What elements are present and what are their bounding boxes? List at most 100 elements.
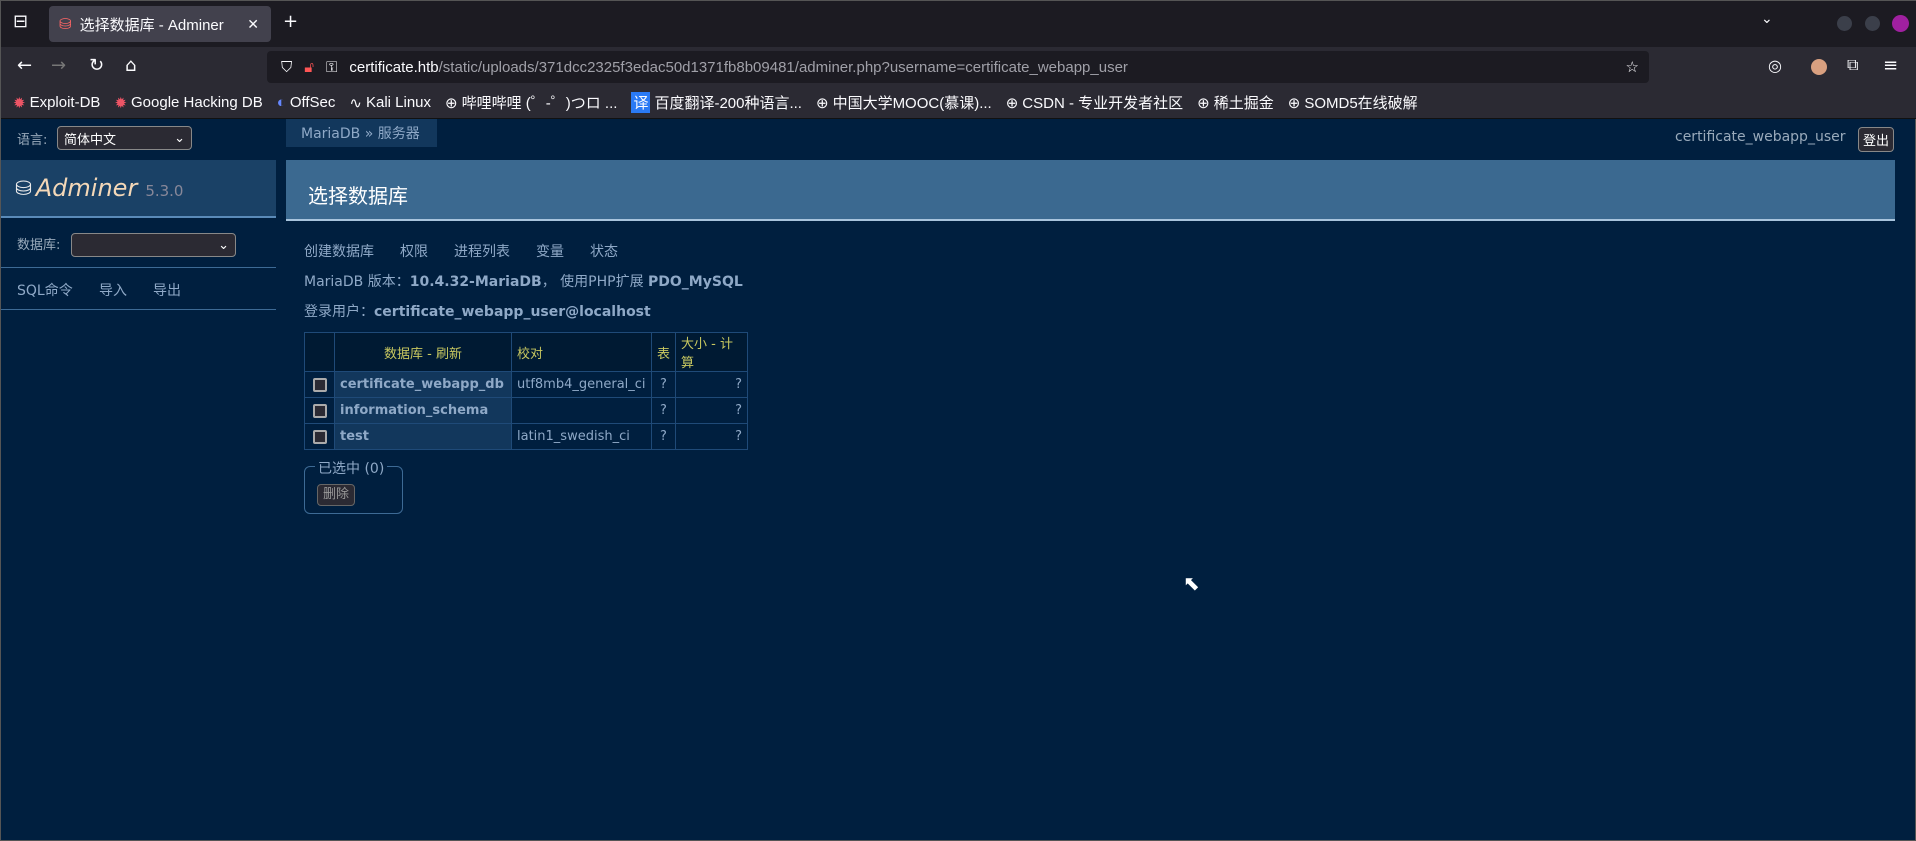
profile-avatar[interactable] bbox=[1811, 59, 1827, 75]
language-select[interactable]: 简体中文 ⌄ bbox=[57, 126, 192, 150]
version-info: MariaDB 版本：10.4.32-MariaDB， 使用PHP扩展 PDO_… bbox=[304, 274, 743, 290]
chevron-down-icon[interactable]: ⌄ bbox=[1761, 11, 1773, 27]
back-icon[interactable]: ← bbox=[17, 55, 32, 76]
process-list-link[interactable]: 进程列表 bbox=[454, 241, 510, 261]
bookmark-juejin[interactable]: ⊕ 稀土掘金 bbox=[1197, 92, 1274, 113]
breadcrumb-mariadb[interactable]: MariaDB bbox=[301, 126, 360, 142]
bookmark-ghdb[interactable]: ✹ Google Hacking DB bbox=[114, 94, 262, 112]
bookmark-baidu-fanyi[interactable]: 译百度翻译-200种语言... bbox=[631, 92, 802, 113]
variables-link[interactable]: 变量 bbox=[536, 241, 564, 261]
new-tab-icon[interactable]: + bbox=[283, 11, 298, 32]
bookmark-icon: ∿ bbox=[349, 94, 362, 112]
close-tab-icon[interactable]: ✕ bbox=[247, 16, 259, 33]
menu-icon[interactable]: ≡ bbox=[1883, 55, 1898, 76]
current-user: certificate_webapp_user bbox=[1675, 129, 1846, 145]
collation-header[interactable]: 校对 bbox=[511, 332, 652, 372]
size-header: 大小 bbox=[681, 337, 708, 352]
login-info: 登录用户：certificate_webapp_user@localhost bbox=[304, 304, 651, 320]
tables-header: 表 bbox=[650, 332, 677, 372]
export-link[interactable]: 导出 bbox=[153, 280, 181, 300]
selected-count: 已选中 (0) bbox=[315, 458, 388, 478]
shield-icon[interactable]: ⛉ bbox=[281, 59, 292, 76]
forward-icon[interactable]: → bbox=[51, 55, 66, 76]
database-logo-icon: ⛁ bbox=[15, 176, 32, 200]
extensions-icon[interactable]: ⧉ bbox=[1847, 55, 1858, 75]
divider bbox=[1, 267, 276, 268]
key-icon[interactable]: ⚿ bbox=[326, 59, 337, 76]
row-checkbox[interactable] bbox=[312, 403, 327, 418]
bookmark-bilibili[interactable]: ⊕ 哔哩哔哩 (゜-゜)つロ ... bbox=[445, 92, 617, 113]
bookmark-kali[interactable]: ∿ Kali Linux bbox=[349, 94, 431, 112]
page-title: 选择数据库 bbox=[286, 160, 1895, 221]
size: ? bbox=[675, 397, 748, 424]
bookmark-mooc[interactable]: ⊕ 中国大学MOOC(慕课)... bbox=[816, 92, 992, 113]
row-checkbox[interactable] bbox=[312, 429, 327, 444]
reload-icon[interactable]: ↻ bbox=[89, 55, 104, 76]
table-row: certificate_webapp_db utf8mb4_general_ci?… bbox=[304, 371, 748, 398]
collation: utf8mb4_general_ci bbox=[511, 371, 652, 398]
url-bar[interactable]: ⛉ 🔓︎ ⚿ certificate.htb/static/uploads/37… bbox=[267, 51, 1649, 83]
delete-button[interactable]: 删除 bbox=[317, 484, 355, 506]
bookmark-exploit-db[interactable]: ✹ Exploit-DB bbox=[13, 94, 100, 112]
tables-count: ? bbox=[650, 371, 677, 398]
refresh-link[interactable]: 刷新 bbox=[436, 347, 462, 362]
create-database-link[interactable]: 创建数据库 bbox=[304, 241, 374, 261]
globe-icon: ⊕ bbox=[1197, 94, 1210, 112]
logout-button[interactable]: 登出 bbox=[1858, 127, 1895, 152]
home-icon[interactable]: ⌂ bbox=[125, 55, 136, 76]
tables-count: ? bbox=[650, 397, 677, 424]
import-link[interactable]: 导入 bbox=[99, 280, 127, 300]
close-window-button[interactable] bbox=[1892, 15, 1909, 32]
adminer-logo[interactable]: ⛁ Adminer 5.3.0 bbox=[1, 160, 276, 218]
bookmark-somd5[interactable]: ⊕ SOMD5在线破解 bbox=[1288, 92, 1418, 113]
url-path: /static/uploads/371dcc2325f3edac50d1371f… bbox=[438, 58, 1128, 76]
language-label: 语言: bbox=[17, 133, 48, 148]
version: 5.3.0 bbox=[145, 182, 184, 200]
table-row: test latin1_swedish_ci?? bbox=[304, 423, 748, 450]
database-name-link[interactable]: test bbox=[334, 423, 512, 450]
database-name-link[interactable]: information_schema bbox=[334, 397, 512, 424]
bookmarks-bar: ✹ Exploit-DB ✹ Google Hacking DB ◐ OffSec ∿… bbox=[1, 87, 1916, 119]
breadcrumb: MariaDB » 服务器 bbox=[286, 119, 437, 147]
size: ? bbox=[675, 371, 748, 398]
bookmark-icon: ✹ bbox=[13, 94, 26, 112]
globe-icon: ⊕ bbox=[1287, 94, 1301, 112]
tables-count: ? bbox=[650, 423, 677, 450]
tab-overview-icon[interactable]: ⊟ bbox=[13, 11, 28, 32]
maximize-button[interactable] bbox=[1865, 16, 1880, 31]
globe-icon: ⊕ bbox=[445, 94, 458, 112]
table-header: 数据库 - 刷新 校对 表 大小 - 计算 bbox=[304, 332, 748, 372]
database-table: 数据库 - 刷新 校对 表 大小 - 计算 certificate_webapp… bbox=[304, 332, 748, 450]
chevron-down-icon: ⌄ bbox=[174, 130, 185, 146]
server-links: 创建数据库 权限 进程列表 变量 状态 bbox=[304, 241, 618, 261]
insecure-lock-icon[interactable]: 🔓︎ bbox=[304, 59, 314, 76]
pocket-icon[interactable]: ◎ bbox=[1768, 56, 1782, 75]
collation: latin1_swedish_ci bbox=[511, 423, 652, 450]
row-checkbox[interactable] bbox=[312, 377, 327, 392]
favicon-icon: ⛁ bbox=[59, 16, 72, 33]
browser-tab[interactable]: ⛁ 选择数据库 - Adminer ✕ bbox=[49, 6, 271, 42]
bookmark-star-icon[interactable]: ☆ bbox=[1626, 58, 1639, 76]
database-label: 数据库: bbox=[17, 238, 61, 253]
collation bbox=[511, 397, 652, 424]
database-select[interactable]: ⌄ bbox=[71, 233, 236, 257]
breadcrumb-server: 服务器 bbox=[377, 126, 420, 142]
status-link[interactable]: 状态 bbox=[590, 241, 618, 261]
globe-icon: ⊕ bbox=[815, 94, 829, 112]
url-host: certificate.htb bbox=[349, 58, 439, 76]
tab-title: 选择数据库 - Adminer bbox=[79, 16, 224, 34]
table-row: information_schema?? bbox=[304, 397, 748, 424]
bookmark-icon: 译 bbox=[631, 92, 651, 113]
bookmark-icon: ✹ bbox=[114, 94, 128, 112]
bookmark-icon: ◐ bbox=[276, 94, 286, 111]
bookmark-csdn[interactable]: ⊕ CSDN - 专业开发者社区 bbox=[1006, 92, 1183, 113]
minimize-button[interactable] bbox=[1837, 16, 1852, 31]
privileges-link[interactable]: 权限 bbox=[400, 241, 428, 261]
db-column-header[interactable]: 数据库 bbox=[384, 347, 423, 362]
size: ? bbox=[675, 423, 748, 450]
divider bbox=[1, 309, 276, 310]
sql-command-link[interactable]: SQL命令 bbox=[17, 280, 73, 300]
database-name-link[interactable]: certificate_webapp_db bbox=[334, 371, 512, 398]
bookmark-offsec[interactable]: ◐ OffSec bbox=[277, 94, 336, 111]
globe-icon: ⊕ bbox=[1005, 94, 1019, 112]
